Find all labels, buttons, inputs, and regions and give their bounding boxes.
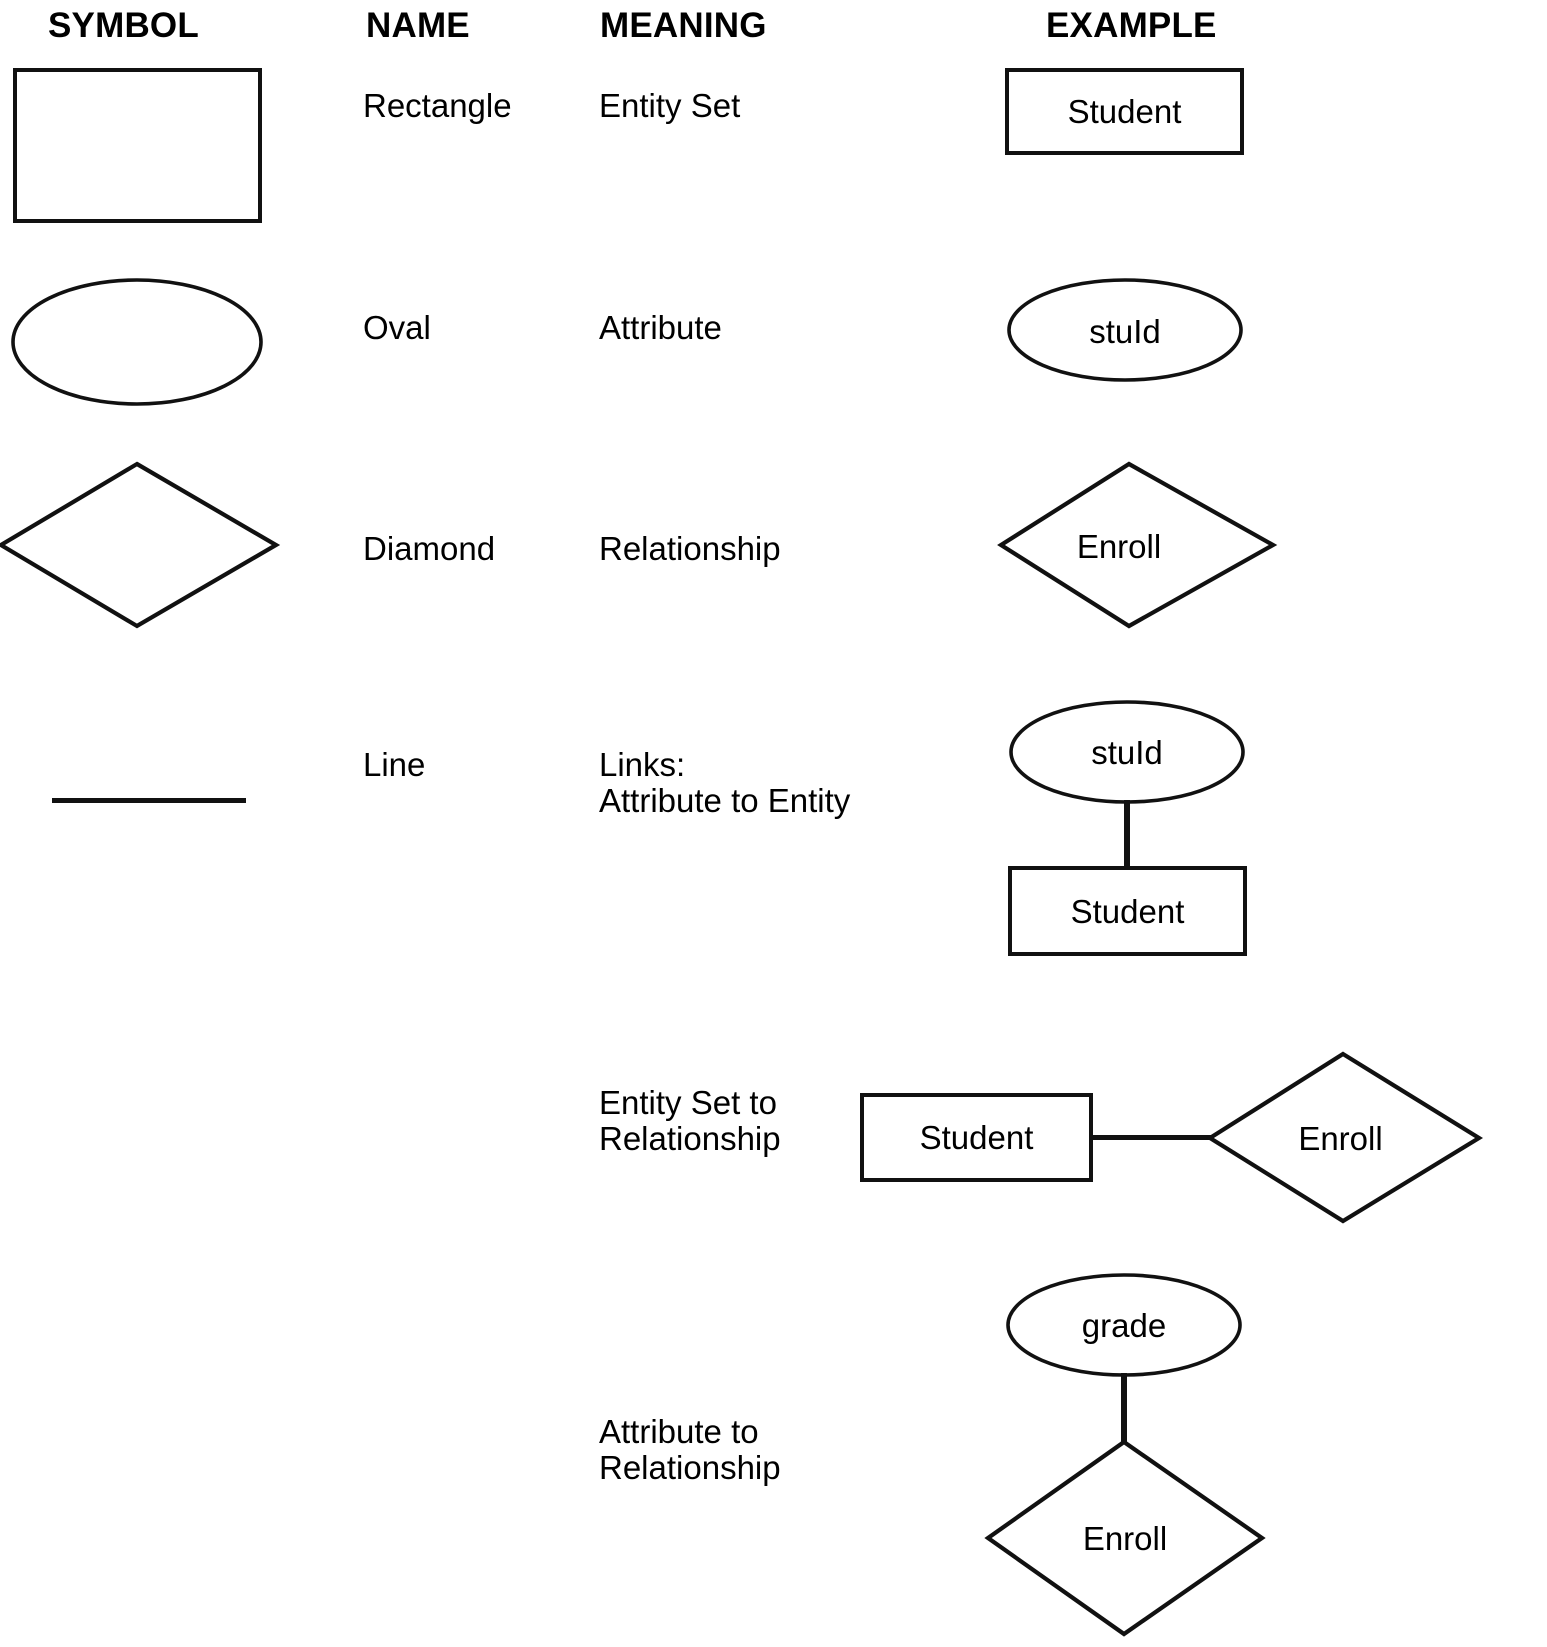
example-entityrel-diamond-enroll: Enroll xyxy=(1206,1050,1484,1225)
row-meaning-diamond: Relationship xyxy=(599,530,781,567)
symbol-diamond xyxy=(0,460,281,630)
row-meaning-attribute-to-relationship: Attribute to Relationship xyxy=(599,1413,781,1486)
example-link-attribute-oval-stuid-label: stuId xyxy=(1091,734,1163,771)
example-attribute-oval-stuid-label: stuId xyxy=(1089,313,1161,350)
row-name-rectangle: Rectangle xyxy=(363,87,512,124)
row-meaning-entity-set-to-relationship: Entity Set to Relationship xyxy=(599,1084,781,1157)
example-attrrel-oval-grade-label: grade xyxy=(1081,1307,1167,1344)
connector-attribute-to-entity xyxy=(1124,800,1130,868)
row-name-oval: Oval xyxy=(363,309,431,346)
example-link-attribute-oval-stuid: stuId xyxy=(1008,700,1246,804)
row-meaning-line: Links: Attribute to Entity xyxy=(599,746,851,819)
example-entity-rectangle-student: Student xyxy=(1005,68,1244,155)
example-entity-rectangle-student-label: Student xyxy=(1067,93,1182,130)
column-header-example: EXAMPLE xyxy=(1046,6,1217,45)
row-name-diamond: Diamond xyxy=(363,530,496,567)
row-meaning-rectangle: Entity Set xyxy=(599,87,741,124)
symbol-oval xyxy=(10,277,264,407)
symbol-line xyxy=(52,798,246,803)
example-link-entity-rectangle-student-label: Student xyxy=(1070,892,1185,930)
example-attribute-oval-stuid: stuId xyxy=(1006,278,1244,382)
symbol-rectangle xyxy=(13,68,262,223)
er-notation-legend: SYMBOL NAME MEANING EXAMPLE Rectangle En… xyxy=(0,0,1547,1647)
row-name-line: Line xyxy=(363,746,426,783)
example-relationship-diamond-enroll: Enroll xyxy=(997,460,1278,630)
example-attrrel-diamond-enroll-label: Enroll xyxy=(1082,1520,1168,1557)
column-header-symbol: SYMBOL xyxy=(48,6,199,45)
connector-entity-to-relationship xyxy=(1091,1135,1216,1140)
example-entityrel-rectangle-student-label: Student xyxy=(919,1119,1034,1156)
column-header-meaning: MEANING xyxy=(600,6,767,45)
example-entityrel-rectangle-student: Student xyxy=(860,1093,1093,1182)
example-attrrel-oval-grade: grade xyxy=(1005,1273,1243,1377)
example-link-entity-rectangle-student: Student xyxy=(1008,866,1247,956)
row-meaning-oval: Attribute xyxy=(599,309,722,346)
column-header-name: NAME xyxy=(366,6,470,45)
example-entityrel-diamond-enroll-label: Enroll xyxy=(1298,1120,1383,1157)
example-attrrel-diamond-enroll: Enroll xyxy=(984,1438,1266,1647)
example-relationship-diamond-enroll-label: Enroll xyxy=(1076,528,1162,565)
connector-attribute-to-relationship xyxy=(1121,1373,1127,1445)
